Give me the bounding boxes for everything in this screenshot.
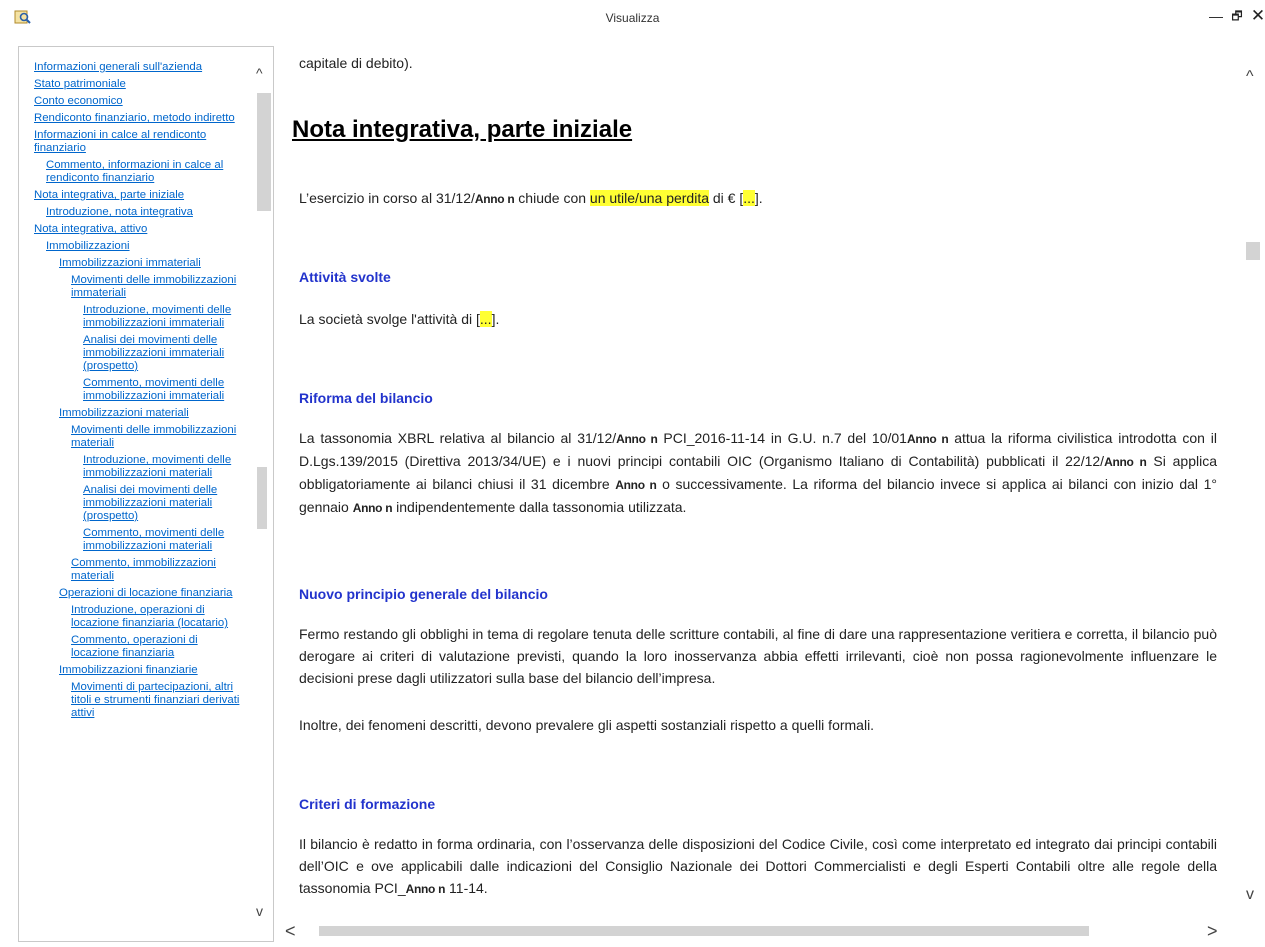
document-pane: capitale di debito). Nota integrativa, p…: [277, 46, 1265, 942]
document-horizontal-scrollbar[interactable]: < >: [277, 920, 1240, 942]
placeholder-field: ...: [743, 190, 755, 206]
viewer-window: Visualizza — 🗗 ✕ Informazioni generali s…: [0, 0, 1265, 947]
section-heading-criteri: Criteri di formazione: [299, 796, 436, 812]
criteri-paragraph: Il bilancio è redatto in forma ordinaria…: [299, 833, 1217, 900]
restore-button[interactable]: 🗗: [1226, 6, 1248, 26]
scroll-down-icon[interactable]: v: [256, 903, 263, 919]
attivita-paragraph: La società svolge l'attività di [...].: [299, 308, 499, 330]
highlight-field: un utile/una perdita: [589, 190, 709, 206]
scroll-up-icon[interactable]: ^: [256, 65, 263, 81]
toc-link[interactable]: Operazioni di locazione finanziaria: [34, 587, 246, 600]
scroll-thumb[interactable]: [257, 93, 271, 211]
scroll-down-icon[interactable]: v: [1246, 886, 1254, 904]
intro-paragraph: L’esercizio in corso al 31/12/Anno n chi…: [299, 187, 763, 210]
riforma-text: PCI_2016-11-14 in G.U. n.7 del 10/01: [657, 430, 907, 446]
year-tag: Anno n: [615, 478, 657, 492]
table-of-contents: Informazioni generali sull'azienda Stato …: [34, 61, 246, 724]
year-tag: Anno n: [352, 501, 393, 515]
top-fragment: capitale di debito).: [299, 55, 413, 71]
window-title: Visualizza: [605, 11, 660, 25]
riforma-text: La tassonomia XBRL relativa al bilancio …: [299, 430, 617, 446]
toc-link[interactable]: Immobilizzazioni materiali: [34, 407, 246, 420]
section-heading-principio: Nuovo principio generale del bilancio: [299, 586, 548, 602]
toc-link[interactable]: Introduzione, movimenti delle immobilizz…: [34, 454, 246, 480]
toc-link[interactable]: Commento, operazioni di locazione finanz…: [34, 634, 246, 660]
year-tag: Anno n: [1104, 455, 1147, 469]
principio-paragraph-1: Fermo restando gli obblighi in tema di r…: [299, 626, 1217, 686]
document-vertical-scrollbar[interactable]: ^ v: [1240, 46, 1264, 926]
riforma-text: indipendentemente dalla tassonomia utili…: [392, 499, 687, 515]
toc-pane: Informazioni generali sull'azienda Stato …: [18, 46, 274, 942]
toc-link[interactable]: Informazioni in calce al rendiconto fina…: [34, 129, 246, 155]
toc-link[interactable]: Rendiconto finanziario, metodo indiretto: [34, 112, 246, 125]
toc-link[interactable]: Introduzione, movimenti delle immobilizz…: [34, 304, 246, 330]
section-heading-riforma: Riforma del bilancio: [299, 390, 433, 406]
toc-link[interactable]: Movimenti delle immobilizzazioni immater…: [34, 274, 246, 300]
section-heading-attivita: Attività svolte: [299, 269, 391, 285]
toc-link[interactable]: Commento, movimenti delle immobilizzazio…: [34, 527, 246, 553]
toc-link[interactable]: Commento, immobilizzazioni materiali: [34, 557, 246, 583]
toc-link[interactable]: Analisi dei movimenti delle immobilizzaz…: [34, 484, 246, 523]
intro-text: ].: [754, 190, 763, 206]
toc-link[interactable]: Immobilizzazioni: [34, 240, 246, 253]
toc-link[interactable]: Nota integrativa, parte iniziale: [34, 189, 246, 202]
scroll-thumb[interactable]: [319, 926, 1089, 936]
scroll-thumb-secondary[interactable]: [257, 467, 267, 529]
page-title: Nota integrativa, parte iniziale: [292, 116, 633, 143]
toc-link[interactable]: Movimenti di partecipazioni, altri titol…: [34, 681, 246, 720]
principio-paragraph-2: Inoltre, dei fenomeni descritti, devono …: [299, 717, 875, 733]
toc-link[interactable]: Conto economico: [34, 95, 246, 108]
toc-link[interactable]: Commento, movimenti delle immobilizzazio…: [34, 377, 246, 403]
toc-link[interactable]: Movimenti delle immobilizzazioni materia…: [34, 424, 246, 450]
toc-link[interactable]: Nota integrativa, attivo: [34, 223, 246, 236]
scroll-right-icon[interactable]: >: [1207, 921, 1218, 942]
placeholder-field: ...: [479, 311, 492, 327]
intro-text: di € [: [709, 190, 744, 206]
year-tag: Anno n: [405, 882, 446, 896]
title-bar[interactable]: Visualizza — 🗗 ✕: [0, 0, 1265, 36]
scroll-left-icon[interactable]: <: [285, 921, 296, 942]
toc-link[interactable]: Commento, informazioni in calce al rendi…: [34, 159, 246, 185]
intro-text: L’esercizio in corso al 31/12/: [299, 190, 475, 206]
year-tag: Anno n: [616, 432, 658, 446]
toc-link[interactable]: Informazioni generali sull'azienda: [34, 61, 246, 74]
minimize-button[interactable]: —: [1205, 6, 1227, 26]
intro-text: chiude con: [514, 190, 590, 206]
toc-link[interactable]: Analisi dei movimenti delle immobilizzaz…: [34, 334, 246, 373]
year-tag: Anno n: [906, 432, 949, 446]
toc-link[interactable]: Stato patrimoniale: [34, 78, 246, 91]
scroll-up-icon[interactable]: ^: [1246, 68, 1254, 86]
riforma-paragraph: La tassonomia XBRL relativa al bilancio …: [299, 427, 1217, 519]
criteri-text: 11-14.: [445, 880, 488, 896]
scroll-thumb[interactable]: [1246, 242, 1260, 260]
toc-link[interactable]: Immobilizzazioni immateriali: [34, 257, 246, 270]
toc-vertical-scrollbar[interactable]: ^ v: [252, 47, 272, 941]
toc-link[interactable]: Immobilizzazioni finanziarie: [34, 664, 246, 677]
attivita-text: La società svolge l'attività di [: [299, 311, 480, 327]
toc-link[interactable]: Introduzione, nota integrativa: [34, 206, 246, 219]
close-button[interactable]: ✕: [1247, 6, 1265, 26]
attivita-text: ].: [491, 311, 500, 327]
year-tag: Anno n: [474, 192, 515, 206]
toc-link[interactable]: Introduzione, operazioni di locazione fi…: [34, 604, 246, 630]
